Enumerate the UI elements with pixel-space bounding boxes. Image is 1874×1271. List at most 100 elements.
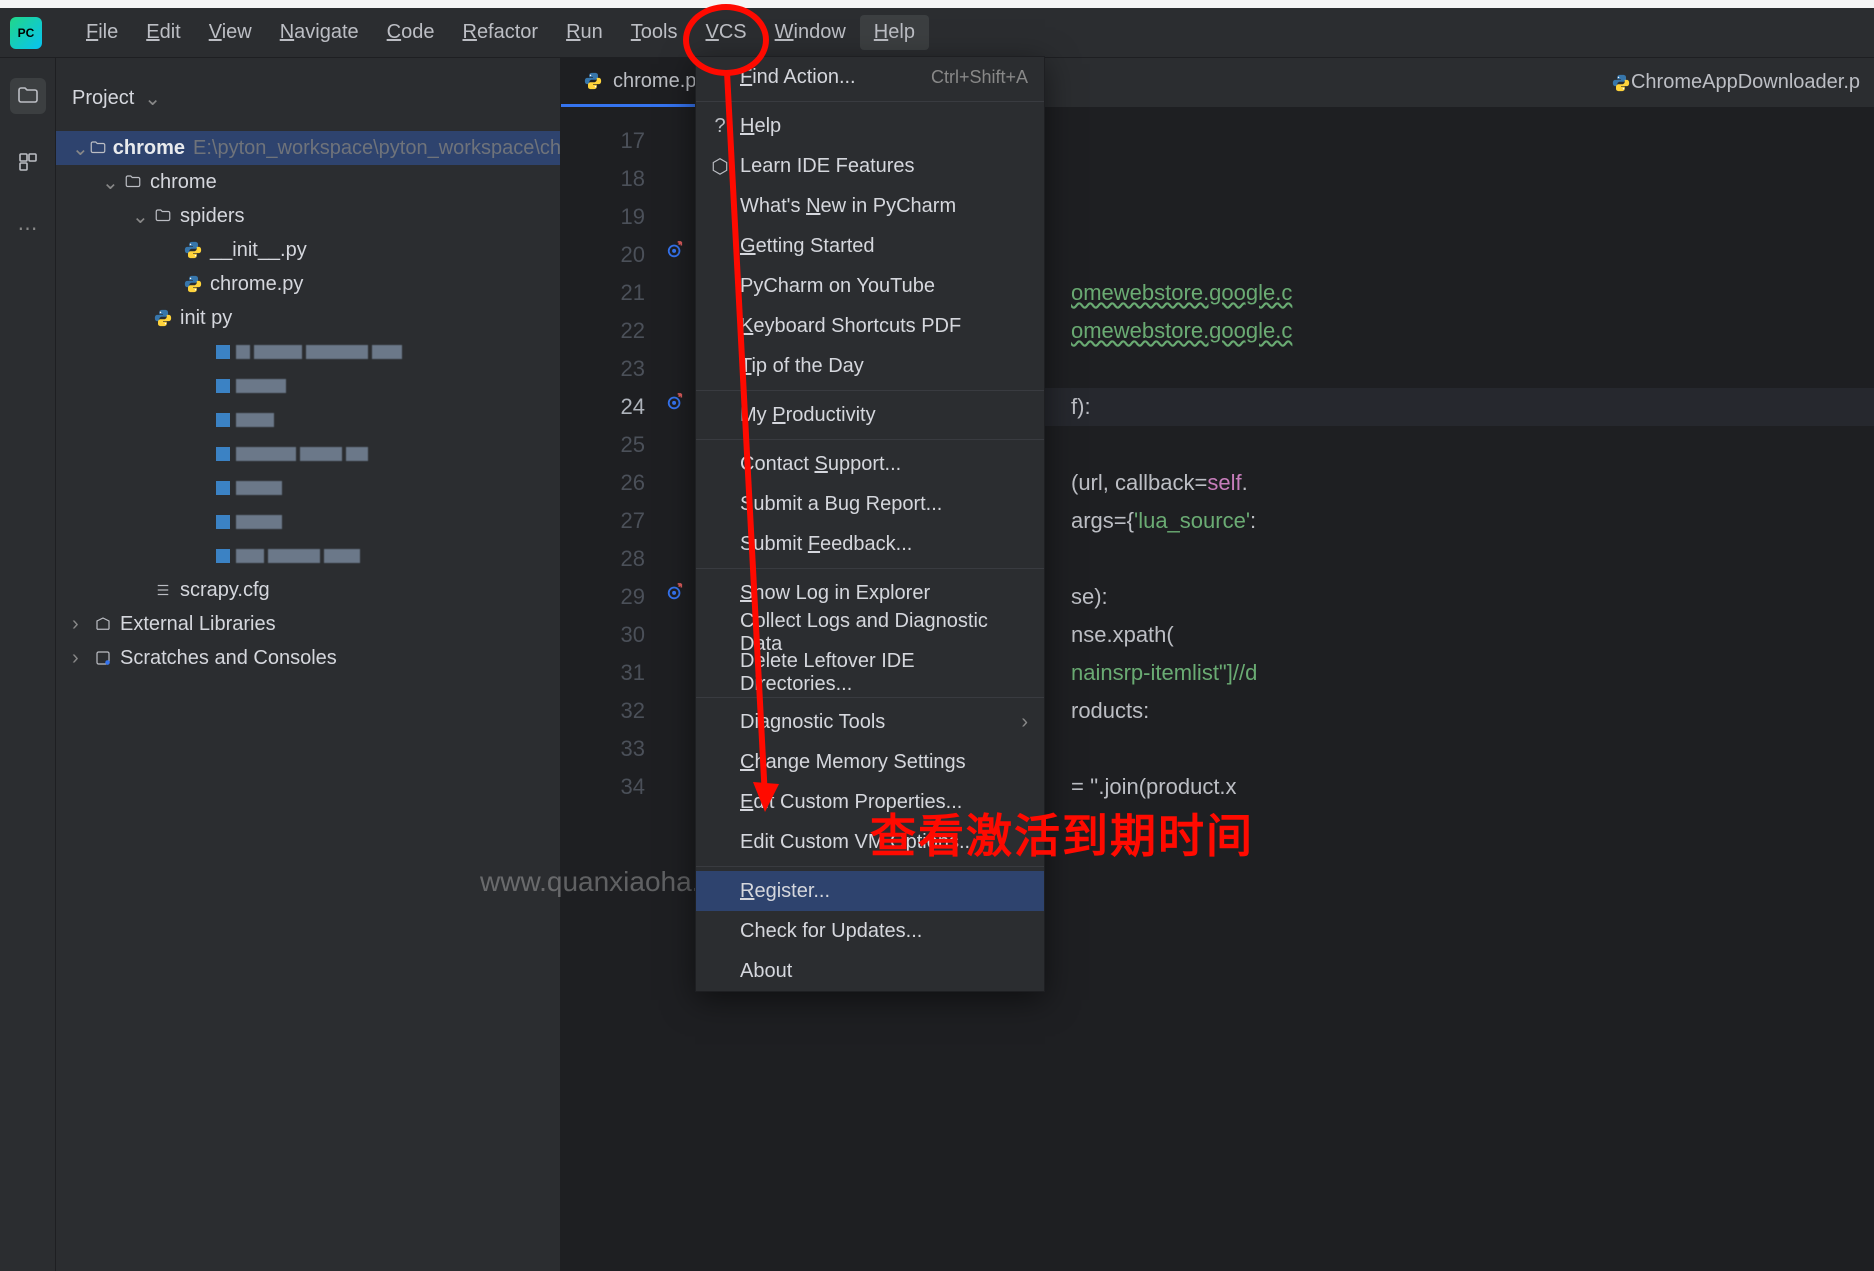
- python-file-icon: [583, 71, 603, 91]
- help-menu-pycharm-on-youtube[interactable]: PyCharm on YouTube: [696, 266, 1044, 306]
- project-tree[interactable]: ⌄chromeE:\pyton_workspace\pyton_workspac…: [56, 121, 560, 685]
- help-menu-check-for-updates[interactable]: Check for Updates...: [696, 911, 1044, 951]
- gutter-line-number[interactable]: 27: [561, 502, 677, 540]
- gutter-line-number[interactable]: 18: [561, 160, 677, 198]
- tree-censored-item[interactable]: [56, 471, 560, 505]
- tree-censored-item[interactable]: [56, 335, 560, 369]
- tree-censored-item[interactable]: [56, 437, 560, 471]
- help-menu-register[interactable]: Register...: [696, 871, 1044, 911]
- help-menu-keyboard-shortcuts-pdf[interactable]: Keyboard Shortcuts PDF: [696, 306, 1044, 346]
- tree-scratches[interactable]: ›Scratches and Consoles: [56, 641, 560, 675]
- tree-file-scrapy-cfg[interactable]: scrapy.cfg: [56, 573, 560, 607]
- tree-censored-item[interactable]: [56, 369, 560, 403]
- help-menu-contact-support[interactable]: Contact Support...: [696, 444, 1044, 484]
- tab-label: ChromeAppDownloader.p: [1631, 71, 1860, 94]
- tree-censored-item[interactable]: [56, 539, 560, 573]
- menu-window[interactable]: Window: [761, 15, 860, 50]
- menu-navigate[interactable]: Navigate: [266, 15, 373, 50]
- menu-separator: [696, 101, 1044, 102]
- menu-edit[interactable]: Edit: [132, 15, 194, 50]
- help-menu-edit-custom-properties[interactable]: Edit Custom Properties...: [696, 782, 1044, 822]
- app-logo-icon: PC: [10, 17, 42, 49]
- help-menu-my-productivity[interactable]: My Productivity: [696, 395, 1044, 435]
- tree-censored-item[interactable]: [56, 403, 560, 437]
- tree-file-chrome.py[interactable]: chrome.py: [56, 267, 560, 301]
- help-menu-what-s-new-in-pycharm[interactable]: What's New in PyCharm: [696, 186, 1044, 226]
- gutter-line-number[interactable]: 33: [561, 730, 677, 768]
- tree-file-init py[interactable]: init py: [56, 301, 560, 335]
- gutter-line-number[interactable]: 25: [561, 426, 677, 464]
- gutter-line-number[interactable]: 19: [561, 198, 677, 236]
- tree-root[interactable]: ⌄chromeE:\pyton_workspace\pyton_workspac…: [56, 131, 560, 165]
- help-menu-tip-of-the-day[interactable]: Tip of the Day: [696, 346, 1044, 386]
- menu-item-label: Learn IDE Features: [740, 155, 915, 178]
- help-menu-help[interactable]: ?Help: [696, 106, 1044, 146]
- help-menu-collect-logs-and-diagnostic-data[interactable]: Collect Logs and Diagnostic Data: [696, 613, 1044, 653]
- help-menu-about[interactable]: About: [696, 951, 1044, 991]
- help-menu-change-memory-settings[interactable]: Change Memory Settings: [696, 742, 1044, 782]
- help-icon: ?: [710, 115, 730, 138]
- help-menu-find-action[interactable]: Find Action...Ctrl+Shift+A: [696, 57, 1044, 97]
- help-menu-learn-ide-features[interactable]: ⬡Learn IDE Features: [696, 146, 1044, 186]
- left-toolbar: ⋯: [0, 58, 56, 1271]
- menu-item-label: Diagnostic Tools: [740, 711, 885, 734]
- project-tool-button[interactable]: [10, 78, 46, 114]
- tree-external-libraries[interactable]: ›External Libraries: [56, 607, 560, 641]
- project-panel-header[interactable]: Project ⌄: [56, 76, 560, 121]
- tree-file-__init__.py[interactable]: __init__.py: [56, 233, 560, 267]
- gutter-line-number[interactable]: 31: [561, 654, 677, 692]
- help-menu-show-log-in-explorer[interactable]: Show Log in Explorer: [696, 573, 1044, 613]
- structure-tool-button[interactable]: [10, 144, 46, 180]
- gutter-line-number[interactable]: 30: [561, 616, 677, 654]
- menu-item-label: Edit Custom Properties...: [740, 791, 962, 814]
- gutter-line-number[interactable]: 21: [561, 274, 677, 312]
- help-menu-getting-started[interactable]: Getting Started: [696, 226, 1044, 266]
- override-marker-icon[interactable]: [665, 240, 685, 260]
- menu-item-label: Submit a Bug Report...: [740, 493, 942, 516]
- gutter-line-number[interactable]: 24: [561, 388, 677, 426]
- more-tool-button[interactable]: ⋯: [10, 210, 46, 246]
- tree-folder-spiders[interactable]: ⌄spiders: [56, 199, 560, 233]
- menu-item-label: Change Memory Settings: [740, 751, 966, 774]
- menu-code[interactable]: Code: [373, 15, 449, 50]
- gutter-line-number[interactable]: 26: [561, 464, 677, 502]
- help-menu-edit-custom-vm-options[interactable]: Edit Custom VM Options...: [696, 822, 1044, 862]
- menu-vcs[interactable]: VCS: [692, 15, 761, 50]
- menu-view[interactable]: View: [195, 15, 266, 50]
- menu-run[interactable]: Run: [552, 15, 617, 50]
- gutter-line-number[interactable]: 22: [561, 312, 677, 350]
- menu-help[interactable]: Help: [860, 15, 929, 50]
- tree-folder-chrome[interactable]: ⌄chrome: [56, 165, 560, 199]
- menu-item-label: Contact Support...: [740, 453, 901, 476]
- menu-item-label: Register...: [740, 880, 830, 903]
- project-panel-title: Project: [72, 87, 134, 110]
- menu-item-label: Show Log in Explorer: [740, 582, 930, 605]
- menu-item-label: Tip of the Day: [740, 355, 864, 378]
- menu-item-label: What's New in PyCharm: [740, 195, 956, 218]
- gutter-line-number[interactable]: 20: [561, 236, 677, 274]
- gutter-line-number[interactable]: 29: [561, 578, 677, 616]
- menu-item-label: Edit Custom VM Options...: [740, 831, 976, 854]
- override-marker-icon[interactable]: [665, 582, 685, 602]
- gutter-line-number[interactable]: 28: [561, 540, 677, 578]
- help-menu-delete-leftover-ide-directories[interactable]: Delete Leftover IDE Directories...: [696, 653, 1044, 693]
- menu-tools[interactable]: Tools: [617, 15, 692, 50]
- override-marker-icon[interactable]: [665, 392, 685, 412]
- gutter-line-number[interactable]: 23: [561, 350, 677, 388]
- chevron-right-icon: ›: [1021, 711, 1028, 734]
- gutter-line-number[interactable]: 34: [561, 768, 677, 806]
- menu-item-label: Delete Leftover IDE Directories...: [740, 650, 1028, 696]
- tree-censored-item[interactable]: [56, 505, 560, 539]
- gutter[interactable]: 171819202122232425262728293031323334: [561, 108, 691, 1271]
- menu-file[interactable]: File: [72, 15, 132, 50]
- menu-item-label: About: [740, 960, 792, 983]
- help-menu-submit-feedback[interactable]: Submit Feedback...: [696, 524, 1044, 564]
- menu-item-label: Keyboard Shortcuts PDF: [740, 315, 961, 338]
- tab-chrome-app-downloader[interactable]: ChromeAppDownloader.p: [1597, 58, 1874, 107]
- menu-refactor[interactable]: Refactor: [448, 15, 552, 50]
- gutter-line-number[interactable]: 17: [561, 122, 677, 160]
- help-menu-submit-a-bug-report[interactable]: Submit a Bug Report...: [696, 484, 1044, 524]
- menu-item-label: Find Action...: [740, 66, 856, 89]
- gutter-line-number[interactable]: 32: [561, 692, 677, 730]
- help-menu-diagnostic-tools[interactable]: Diagnostic Tools ›: [696, 702, 1044, 742]
